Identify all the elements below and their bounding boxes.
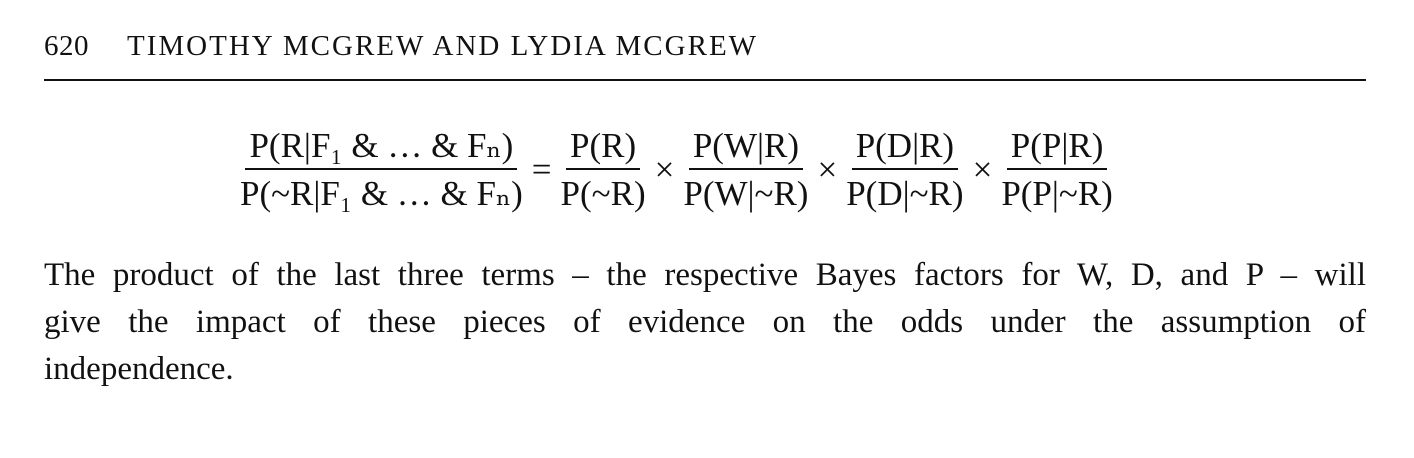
equals-sign: = bbox=[531, 150, 552, 189]
bayes-factor-d-numerator: P(D|R) bbox=[851, 126, 959, 170]
bayes-factor-w-fraction: P(W|R) P(W|~R) bbox=[679, 126, 812, 214]
lhs-denominator: P(~R|F₁ & … & Fₙ) bbox=[240, 174, 523, 213]
bayes-equation: P(R|F₁ & … & Fₙ) P(~R|F₁ & … & Fₙ) = P(R… bbox=[234, 120, 1119, 220]
bayes-factor-p-fraction: P(P|R) P(P|~R) bbox=[997, 126, 1117, 214]
bayes-factor-d-fraction: P(D|R) P(D|~R) bbox=[842, 126, 967, 214]
times-sign: × bbox=[817, 150, 838, 189]
bayes-factor-w-numerator: P(W|R) bbox=[688, 126, 803, 170]
running-head-authors: TIMOTHY MCGREW AND LYDIA MCGREW bbox=[127, 30, 759, 62]
bayes-factor-w-denominator: P(W|~R) bbox=[683, 174, 809, 213]
lhs-fraction: P(R|F₁ & … & Fₙ) P(~R|F₁ & … & Fₙ) bbox=[236, 126, 527, 214]
paragraph-line: give the impact of these pieces of evide… bbox=[44, 304, 1366, 340]
header-rule bbox=[44, 79, 1366, 81]
bayes-factor-p-numerator: P(P|R) bbox=[1006, 126, 1108, 170]
prior-odds-fraction: P(R) P(~R) bbox=[557, 126, 650, 214]
bayes-factor-d-denominator: P(D|~R) bbox=[846, 174, 964, 213]
paragraph-line: independence. bbox=[44, 351, 234, 387]
running-head: 620 TIMOTHY MCGREW AND LYDIA MCGREW bbox=[44, 30, 1366, 70]
prior-denominator: P(~R) bbox=[560, 174, 646, 213]
bayes-factor-p-denominator: P(P|~R) bbox=[1001, 174, 1113, 213]
page-number: 620 bbox=[44, 30, 89, 62]
times-sign: × bbox=[654, 150, 675, 189]
times-sign: × bbox=[972, 150, 993, 189]
lhs-numerator: P(R|F₁ & … & Fₙ) bbox=[245, 126, 518, 170]
page: 620 TIMOTHY MCGREW AND LYDIA MCGREW P(R|… bbox=[44, 0, 1366, 458]
paragraph-line: The product of the last three terms – th… bbox=[44, 257, 1366, 293]
body-paragraph: The product of the last three terms – th… bbox=[44, 252, 1366, 393]
prior-numerator: P(R) bbox=[566, 126, 641, 170]
